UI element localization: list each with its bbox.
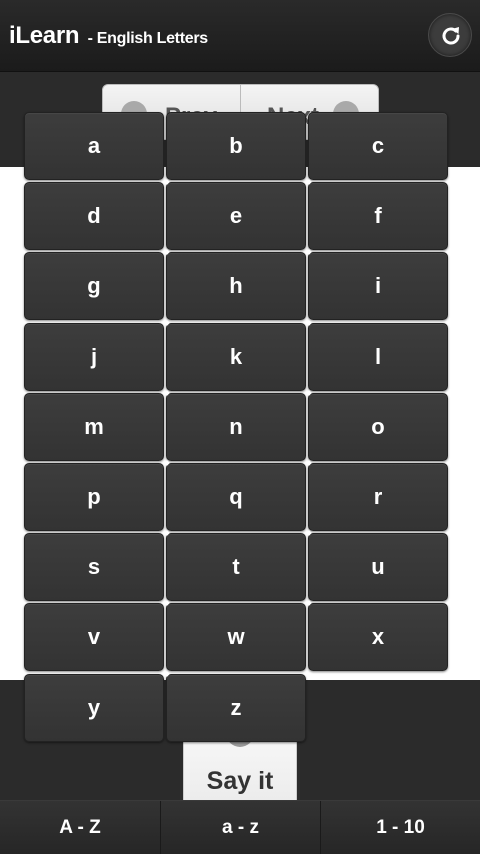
say-it-label: Say it (206, 767, 274, 795)
app-title: iLearn - English Letters (9, 22, 208, 50)
app-header: iLearn - English Letters (0, 0, 480, 72)
letter-key-h[interactable]: h (166, 252, 306, 320)
letter-key-z[interactable]: z (166, 674, 306, 742)
letter-key-n[interactable]: n (166, 393, 306, 461)
letter-key-p[interactable]: p (24, 463, 164, 531)
app-name: iLearn (9, 22, 80, 49)
letter-key-i[interactable]: i (308, 252, 448, 320)
letter-key-w[interactable]: w (166, 603, 306, 671)
tab-bar: A - Z a - z 1 - 10 (0, 800, 480, 854)
letter-key-f[interactable]: f (308, 182, 448, 250)
letter-key-x[interactable]: x (308, 603, 448, 671)
letter-key-c[interactable]: c (308, 112, 448, 180)
letter-key-q[interactable]: q (166, 463, 306, 531)
tab-uppercase[interactable]: A - Z (0, 801, 161, 854)
tab-numbers[interactable]: 1 - 10 (321, 801, 480, 854)
app-subtitle: - English Letters (87, 30, 209, 47)
letter-key-k[interactable]: k (166, 323, 306, 391)
letter-key-t[interactable]: t (166, 533, 306, 601)
letter-key-m[interactable]: m (24, 393, 164, 461)
tab-lowercase[interactable]: a - z (161, 801, 321, 854)
letter-key-b[interactable]: b (166, 112, 306, 180)
letter-key-r[interactable]: r (308, 463, 448, 531)
refresh-button[interactable] (428, 13, 472, 57)
letter-key-u[interactable]: u (308, 533, 448, 601)
letter-key-a[interactable]: a (24, 112, 164, 180)
letter-key-o[interactable]: o (308, 393, 448, 461)
letter-key-v[interactable]: v (24, 603, 164, 671)
letter-key-j[interactable]: j (24, 323, 164, 391)
refresh-icon (442, 27, 460, 45)
letter-key-y[interactable]: y (24, 674, 164, 742)
letter-key-e[interactable]: e (166, 182, 306, 250)
letter-key-l[interactable]: l (308, 323, 448, 391)
letter-key-s[interactable]: s (24, 533, 164, 601)
letter-key-g[interactable]: g (24, 252, 164, 320)
letter-picker-popup: abc def ghi jkl mno pqr stu vwx yz (24, 112, 450, 746)
letter-key-d[interactable]: d (24, 182, 164, 250)
